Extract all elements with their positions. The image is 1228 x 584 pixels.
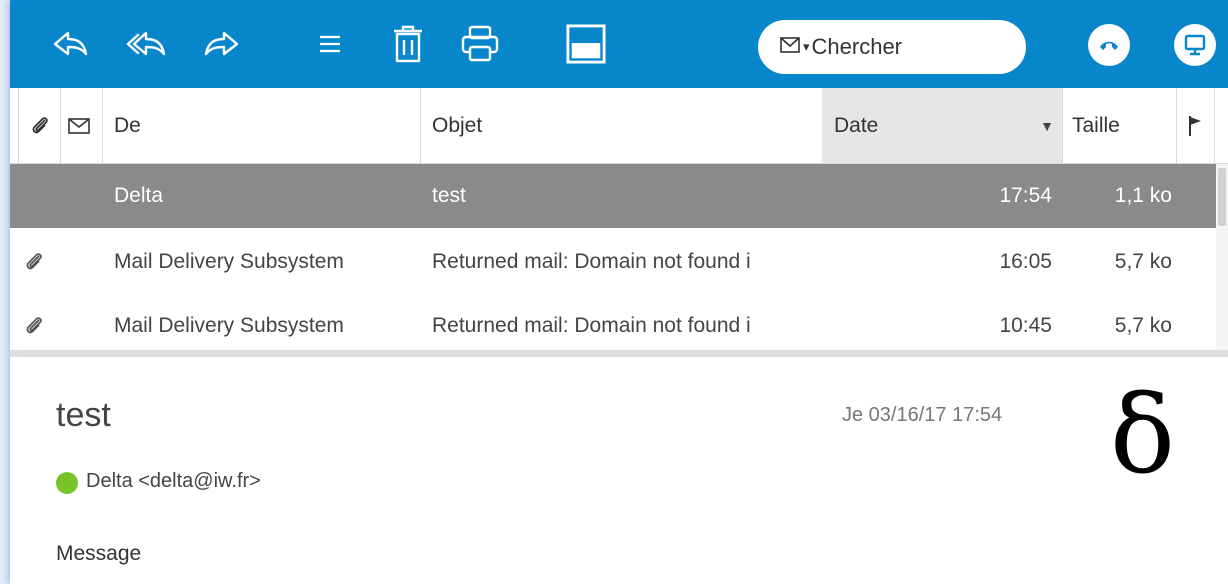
preview-date: Je 03/16/17 17:54 <box>842 404 1003 426</box>
preview-subject: test <box>56 396 111 434</box>
flag-column-icon[interactable] <box>1180 88 1210 163</box>
preview-sender[interactable]: Delta <delta@iw.fr> <box>86 470 261 493</box>
print-icon[interactable] <box>460 24 500 64</box>
message-subject: test <box>432 184 466 207</box>
message-row[interactable]: Mail Delivery Subsystem Returned mail: D… <box>10 230 1216 294</box>
list-scrollbar-thumb[interactable] <box>1218 168 1226 226</box>
layout-icon[interactable] <box>566 24 606 64</box>
message-subject: Returned mail: Domain not found i <box>432 250 751 273</box>
toolbar: ▾ <box>10 0 1228 88</box>
screen-button[interactable] <box>1174 24 1216 66</box>
envelope-column-icon[interactable] <box>62 88 96 163</box>
message-time: 17:54 <box>999 184 1052 207</box>
forward-icon[interactable] <box>202 24 242 64</box>
sort-desc-icon: ▼ <box>1040 117 1054 134</box>
column-subject[interactable]: Objet <box>432 88 812 163</box>
message-from: Mail Delivery Subsystem <box>114 250 344 273</box>
attachment-icon <box>24 230 54 294</box>
search-input[interactable] <box>811 34 972 60</box>
message-size: 5,7 ko <box>1114 314 1172 337</box>
message-row[interactable]: Delta test 17:54 1,1 ko <box>10 164 1216 228</box>
menu-icon[interactable] <box>310 24 350 64</box>
search-box[interactable]: ▾ <box>758 20 1026 74</box>
column-size[interactable]: Taille <box>1072 88 1172 163</box>
message-row[interactable]: Mail Delivery Subsystem Returned mail: D… <box>10 294 1216 358</box>
message-from: Mail Delivery Subsystem <box>114 314 344 337</box>
column-date-label: Date <box>834 113 879 137</box>
reply-icon[interactable] <box>50 24 90 64</box>
phone-button[interactable] <box>1088 24 1130 66</box>
attachment-icon <box>24 294 54 358</box>
column-from[interactable]: De <box>114 88 414 163</box>
message-time: 16:05 <box>999 250 1052 273</box>
monitor-icon <box>1184 34 1206 56</box>
online-status-icon <box>56 472 78 494</box>
paperclip-column-icon[interactable] <box>24 88 58 163</box>
search-scope-caret[interactable]: ▾ <box>803 39 810 55</box>
message-subject: Returned mail: Domain not found i <box>432 314 751 337</box>
column-header-row: De Objet Date ▼ Taille <box>10 88 1228 164</box>
message-time: 10:45 <box>999 314 1052 337</box>
envelope-icon[interactable] <box>780 36 800 58</box>
message-size: 1,1 ko <box>1114 184 1172 207</box>
column-date[interactable]: Date ▼ <box>822 88 1062 163</box>
mail-window: ▾ De Objet Date ▼ Taille <box>10 0 1228 584</box>
message-body-label: Message <box>56 542 142 565</box>
phone-hangup-icon <box>1100 41 1118 50</box>
trash-icon[interactable] <box>388 24 428 64</box>
avatar: δ <box>1110 373 1176 498</box>
message-size: 5,7 ko <box>1114 250 1172 273</box>
message-from: Delta <box>114 184 164 207</box>
reply-all-icon[interactable] <box>126 24 166 64</box>
pane-splitter[interactable] <box>10 350 1228 357</box>
